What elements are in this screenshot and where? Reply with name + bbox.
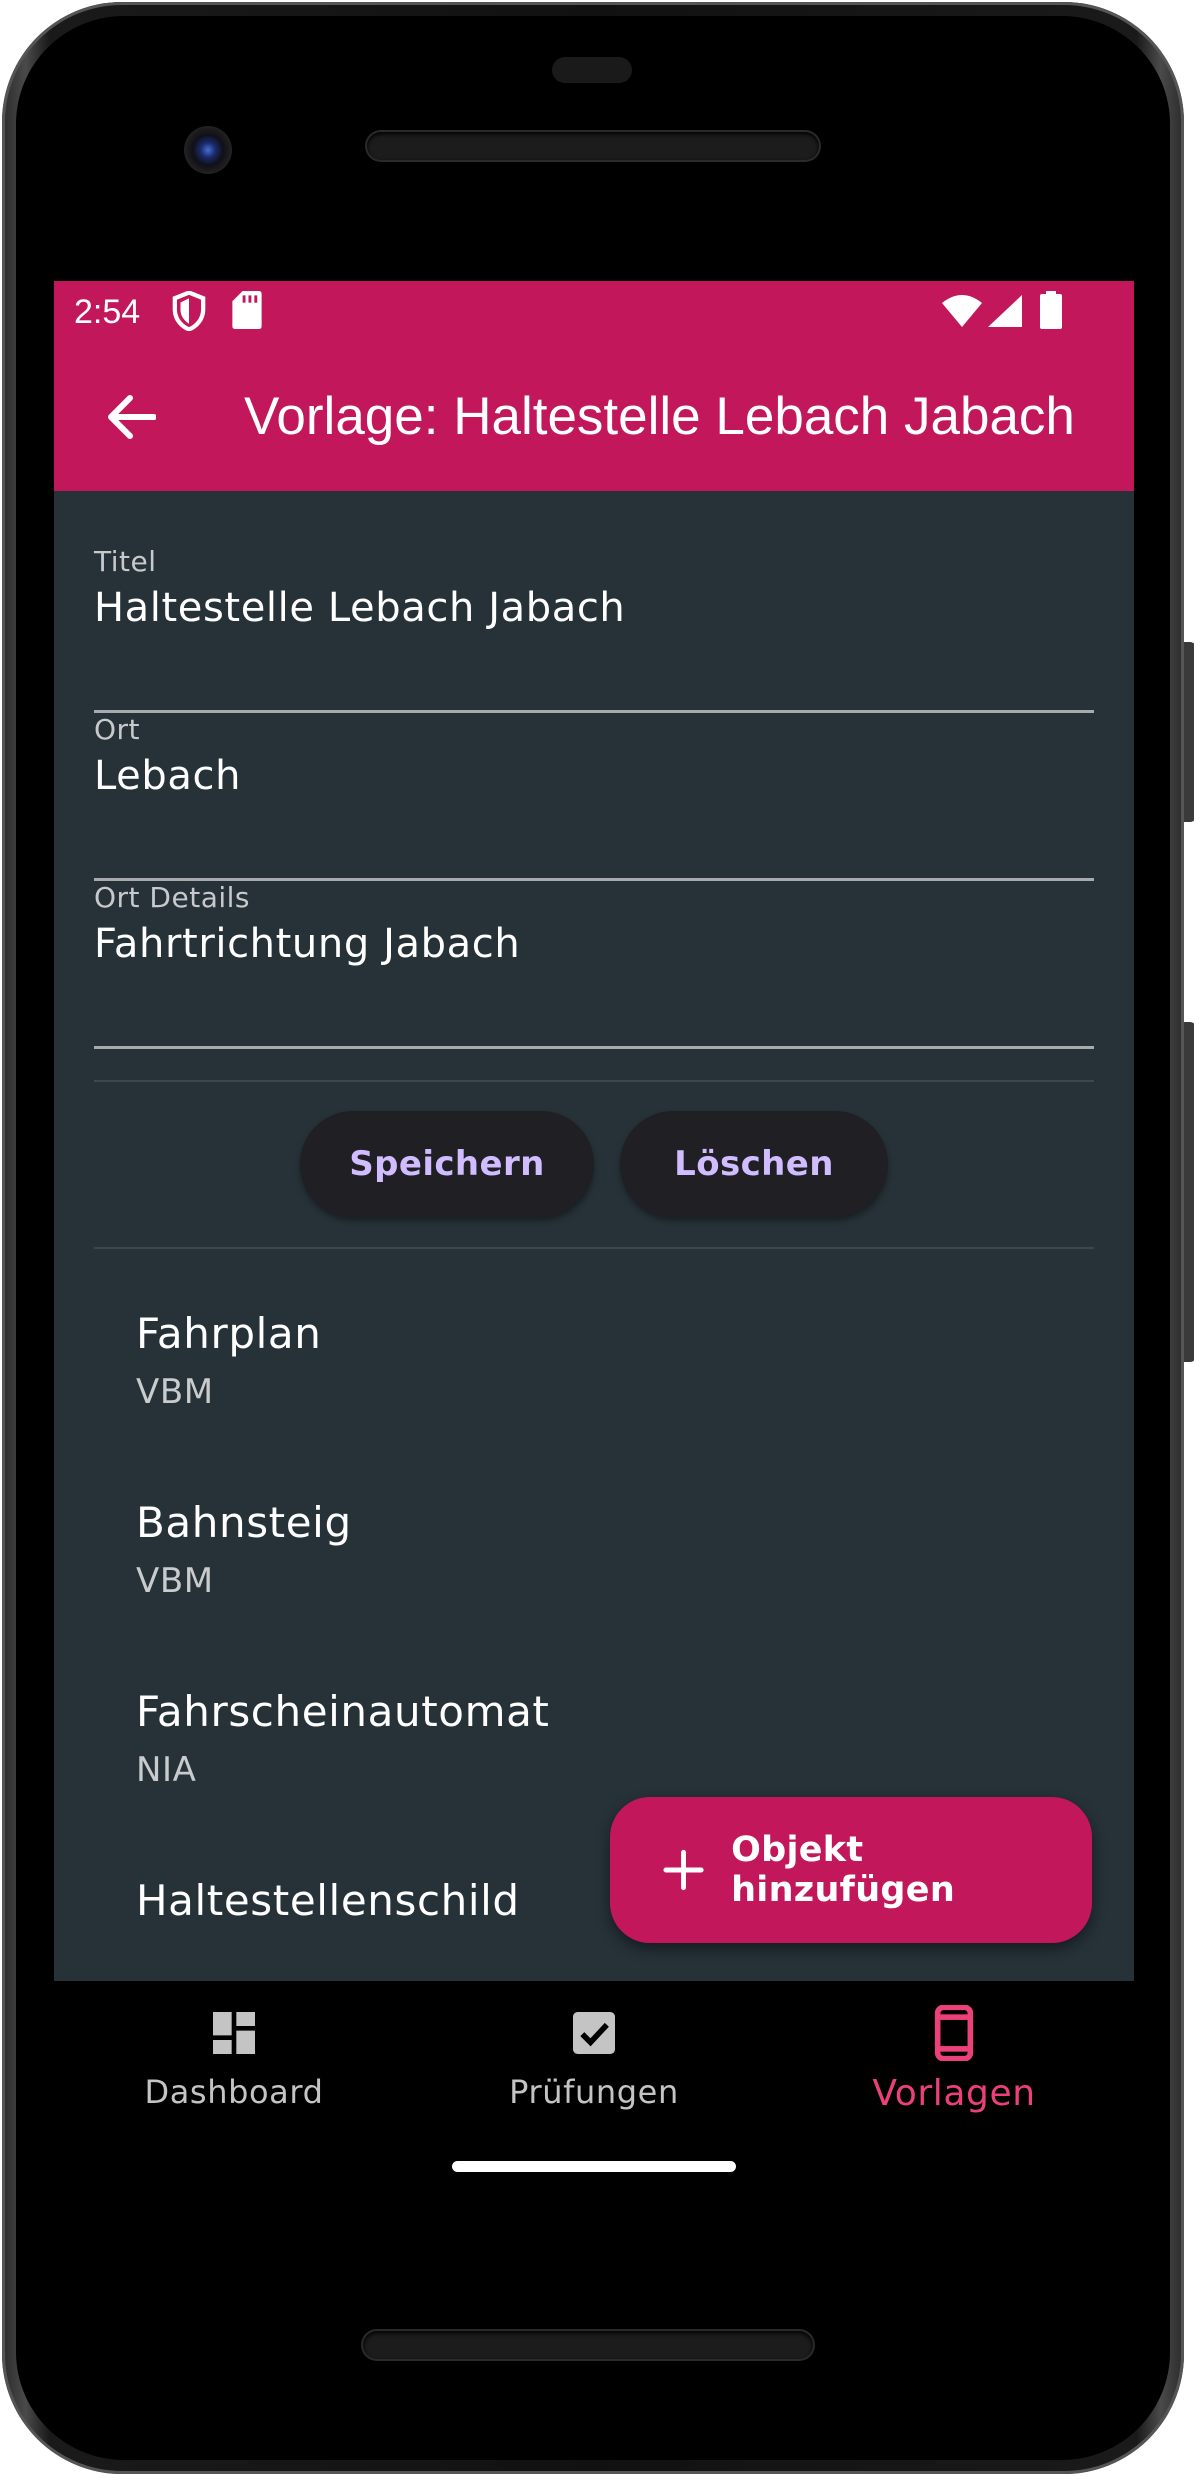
location-details-field[interactable]: Ort Details Fahrtrichtung Jabach — [94, 881, 1094, 1049]
location-field-value[interactable]: Lebach — [94, 753, 241, 799]
home-indicator[interactable] — [452, 2161, 736, 2172]
shield-icon — [172, 290, 206, 335]
nav-label-vorlagen: Vorlagen — [872, 2073, 1036, 2114]
battery-icon — [1040, 291, 1062, 333]
nav-item-pruefungen[interactable]: Prüfungen — [444, 2005, 744, 2111]
power-button — [1184, 642, 1194, 822]
save-button[interactable]: Speichern — [300, 1111, 594, 1217]
add-object-button[interactable]: Objekt hinzufügen — [610, 1797, 1092, 1943]
add-object-label: Objekt hinzufügen — [731, 1830, 956, 1910]
page-title: Vorlage: Haltestelle Lebach Jabach — [244, 387, 1075, 446]
proximity-sensor — [552, 57, 632, 83]
dashboard-icon — [213, 2012, 255, 2054]
status-time: 2:54 — [74, 293, 141, 331]
volume-button — [1184, 1022, 1194, 1362]
phone-frame: 2:54 Vorlage: Haltestelle Lebach Jabach — [2, 2, 1194, 2474]
nav-label-dashboard: Dashboard — [144, 2073, 324, 2111]
wifi-icon — [942, 295, 982, 331]
object-title: Bahnsteig — [136, 1498, 352, 1547]
screen: 2:54 Vorlage: Haltestelle Lebach Jabach — [54, 281, 1134, 2201]
plus-icon — [663, 1849, 704, 1891]
back-button[interactable] — [98, 384, 164, 450]
bottom-speaker — [363, 2331, 813, 2359]
field-underline — [94, 1046, 1094, 1049]
location-details-field-label: Ort Details — [94, 881, 250, 914]
location-field-label: Ort — [94, 713, 141, 746]
app-bar: Vorlage: Haltestelle Lebach Jabach — [54, 344, 1134, 491]
cellular-signal-icon — [988, 295, 1022, 331]
object-title: Fahrscheinautomat — [136, 1687, 550, 1736]
object-subtitle: VBM — [136, 1372, 214, 1412]
earpiece-speaker — [367, 132, 819, 160]
check-box-icon — [573, 2012, 615, 2054]
front-camera — [184, 126, 232, 174]
phone-template-icon — [934, 2005, 974, 2061]
status-bar: 2:54 — [54, 281, 1134, 344]
sd-card-icon — [232, 291, 262, 333]
template-detail-content: Titel Haltestelle Lebach Jabach Ort Leba… — [54, 491, 1134, 1981]
location-details-field-value[interactable]: Fahrtrichtung Jabach — [94, 921, 520, 967]
object-list-item[interactable]: Fahrplan VBM — [136, 1309, 1036, 1412]
divider — [94, 1247, 1094, 1249]
object-list-item[interactable]: Bahnsteig VBM — [136, 1498, 1036, 1601]
arrow-back-icon — [108, 395, 156, 439]
nav-label-pruefungen: Prüfungen — [509, 2073, 679, 2111]
location-field[interactable]: Ort Lebach — [94, 713, 1094, 881]
bottom-navigation: Dashboard Prüfungen Vorlagen — [54, 1981, 1134, 2201]
title-field[interactable]: Titel Haltestelle Lebach Jabach — [94, 545, 1094, 713]
delete-button[interactable]: Löschen — [620, 1111, 888, 1217]
nav-item-dashboard[interactable]: Dashboard — [84, 2005, 384, 2111]
title-field-label: Titel — [94, 545, 157, 578]
divider — [94, 1080, 1094, 1082]
object-title: Fahrplan — [136, 1309, 322, 1358]
object-subtitle: NIA — [136, 1750, 197, 1790]
object-subtitle: VBM — [136, 1561, 214, 1601]
title-field-value[interactable]: Haltestelle Lebach Jabach — [94, 585, 625, 631]
nav-item-vorlagen[interactable]: Vorlagen — [804, 2005, 1104, 2114]
object-list-item[interactable]: Fahrscheinautomat NIA — [136, 1687, 1036, 1790]
